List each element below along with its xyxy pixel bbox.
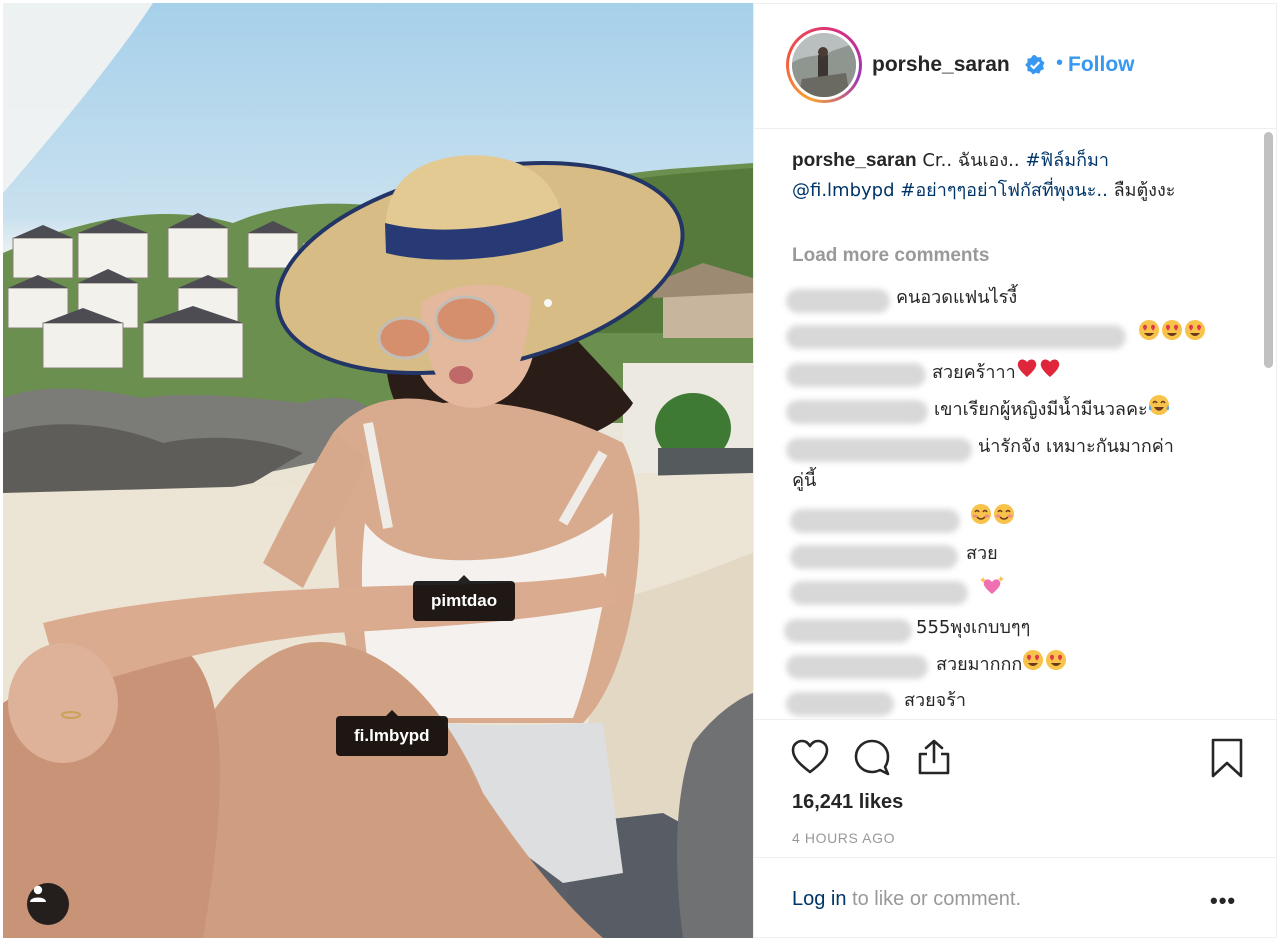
- heart-eyes-emoji: [1161, 319, 1183, 351]
- avatar[interactable]: [786, 27, 862, 103]
- sparkling-heart-emoji: [980, 575, 1004, 607]
- comment-item: คนอวดแฟนไรงี้: [784, 283, 1224, 313]
- heart-eyes-emoji: [1184, 319, 1206, 351]
- comment-text: สวยมากกก: [936, 649, 1068, 681]
- comment-item: [784, 503, 1224, 533]
- comment-item: [784, 319, 1224, 349]
- comment-item: [784, 575, 1224, 605]
- load-more-comments-button[interactable]: Load more comments: [792, 241, 989, 271]
- blurred-username: [790, 509, 960, 533]
- tears-of-joy-emoji: [1148, 394, 1170, 426]
- header-separator: •: [1056, 52, 1064, 74]
- login-prompt-text: to like or comment.: [846, 888, 1022, 910]
- comment-item: สวยคร้าาา: [784, 357, 1224, 387]
- comment-item: 555พุงเกบบๆๆ: [784, 613, 1224, 643]
- login-prompt: Log in to like or comment.: [792, 888, 1021, 911]
- blurred-username: [786, 692, 894, 716]
- comment-item: เขาเรียกผู้หญิงมีน้ำมีนวลคะ: [784, 394, 1224, 424]
- blurred-username: [786, 655, 928, 679]
- post-photo[interactable]: pimtdao fi.lmbypd: [3, 3, 753, 938]
- comment-text: เขาเรียกผู้หญิงมีน้ำมีนวลคะ: [934, 394, 1171, 426]
- tag-username: pimtdao: [431, 591, 498, 610]
- comment-emoji-group: [970, 503, 1016, 535]
- blurred-username: [786, 363, 926, 387]
- blush-emoji: [993, 503, 1015, 535]
- blurred-username: [786, 400, 928, 424]
- caption-username[interactable]: porshe_saran: [792, 150, 917, 171]
- user-tag-icon[interactable]: [27, 883, 69, 925]
- blurred-username: [786, 438, 972, 462]
- comment-text: น่ารักจัง เหมาะกันมากค่า: [978, 436, 1174, 457]
- comment-emoji-group: [1138, 319, 1207, 351]
- more-options-button[interactable]: •••: [1210, 888, 1236, 914]
- login-link[interactable]: Log in: [792, 888, 847, 910]
- share-icon[interactable]: [914, 738, 954, 780]
- tag-username: fi.lmbypd: [354, 726, 430, 745]
- post-side-panel: porshe_saran • Follow porshe_saran Cr.. …: [753, 3, 1277, 938]
- caption-hashtag[interactable]: #ฟิล์มก็มา: [1025, 150, 1109, 171]
- post-actions: 16,241 likes 4 HOURS AGO: [754, 719, 1276, 846]
- likes-count[interactable]: 16,241 likes: [792, 791, 903, 814]
- heart-eyes-emoji: [1045, 649, 1067, 681]
- comment-item: น่ารักจัง เหมาะกันมากค่า คู่นี้: [784, 432, 1224, 496]
- blush-emoji: [970, 503, 992, 535]
- comments-scrollbar[interactable]: [1264, 132, 1273, 368]
- heart-eyes-emoji: [1022, 649, 1044, 681]
- comment-icon[interactable]: [852, 738, 892, 780]
- blurred-username: [784, 619, 912, 643]
- comment-text: สวยจร้า: [904, 690, 966, 711]
- post-caption: porshe_saran Cr.. ฉันเอง.. #ฟิล์มก็มา @f…: [792, 146, 1217, 206]
- heart-eyes-emoji: [1138, 319, 1160, 351]
- comment-text: สวย: [966, 543, 998, 564]
- comment-text: 555พุงเกบบๆๆ: [916, 617, 1031, 638]
- comment-item: สวยมากกก: [784, 649, 1224, 679]
- blurred-username: [786, 325, 1126, 349]
- heart-icon[interactable]: [790, 738, 830, 780]
- blurred-username: [790, 545, 958, 569]
- red-heart-emoji: [1039, 357, 1061, 389]
- comment-item: สวย: [784, 539, 1224, 569]
- caption-text: Cr.. ฉันเอง..: [922, 150, 1020, 171]
- post-timestamp[interactable]: 4 HOURS AGO: [792, 830, 895, 846]
- comment-item: สวยจร้า: [784, 686, 1224, 716]
- post-header: porshe_saran • Follow: [754, 4, 1276, 129]
- comment-text-body: สวยคร้าาา: [932, 362, 1016, 383]
- caption-text: ลืมตู้งงะ: [1113, 180, 1176, 201]
- photo-tag-filmbypd[interactable]: fi.lmbypd: [336, 710, 448, 756]
- caption-mention[interactable]: @fi.lmbypd: [792, 180, 895, 201]
- blurred-username: [790, 581, 968, 605]
- photo-illustration: [3, 3, 753, 938]
- caption-hashtag[interactable]: #อย่าๆๆอย่าโฟกัสที่พุงนะ..: [900, 180, 1108, 201]
- comment-text: สวยคร้าาา: [932, 357, 1062, 389]
- comment-text: คนอวดแฟนไรงี้: [896, 287, 1018, 308]
- comment-text: คู่นี้: [792, 470, 817, 491]
- bookmark-icon[interactable]: [1210, 738, 1244, 782]
- post-footer: Log in to like or comment. •••: [754, 857, 1276, 938]
- comments-list[interactable]: porshe_saran Cr.. ฉันเอง.. #ฟิล์มก็มา @f…: [754, 129, 1276, 719]
- follow-button[interactable]: Follow: [1068, 53, 1135, 77]
- blurred-username: [786, 289, 890, 313]
- comment-emoji-group: [980, 575, 1005, 607]
- photo-tag-pimtdao[interactable]: pimtdao: [413, 575, 516, 621]
- verified-badge-icon: [1025, 55, 1045, 79]
- red-heart-emoji: [1016, 357, 1038, 389]
- comment-text-body: สวยมากกก: [936, 654, 1023, 675]
- header-username[interactable]: porshe_saran: [872, 53, 1010, 77]
- comment-text-body: เขาเรียกผู้หญิงมีน้ำมีนวลคะ: [934, 399, 1148, 420]
